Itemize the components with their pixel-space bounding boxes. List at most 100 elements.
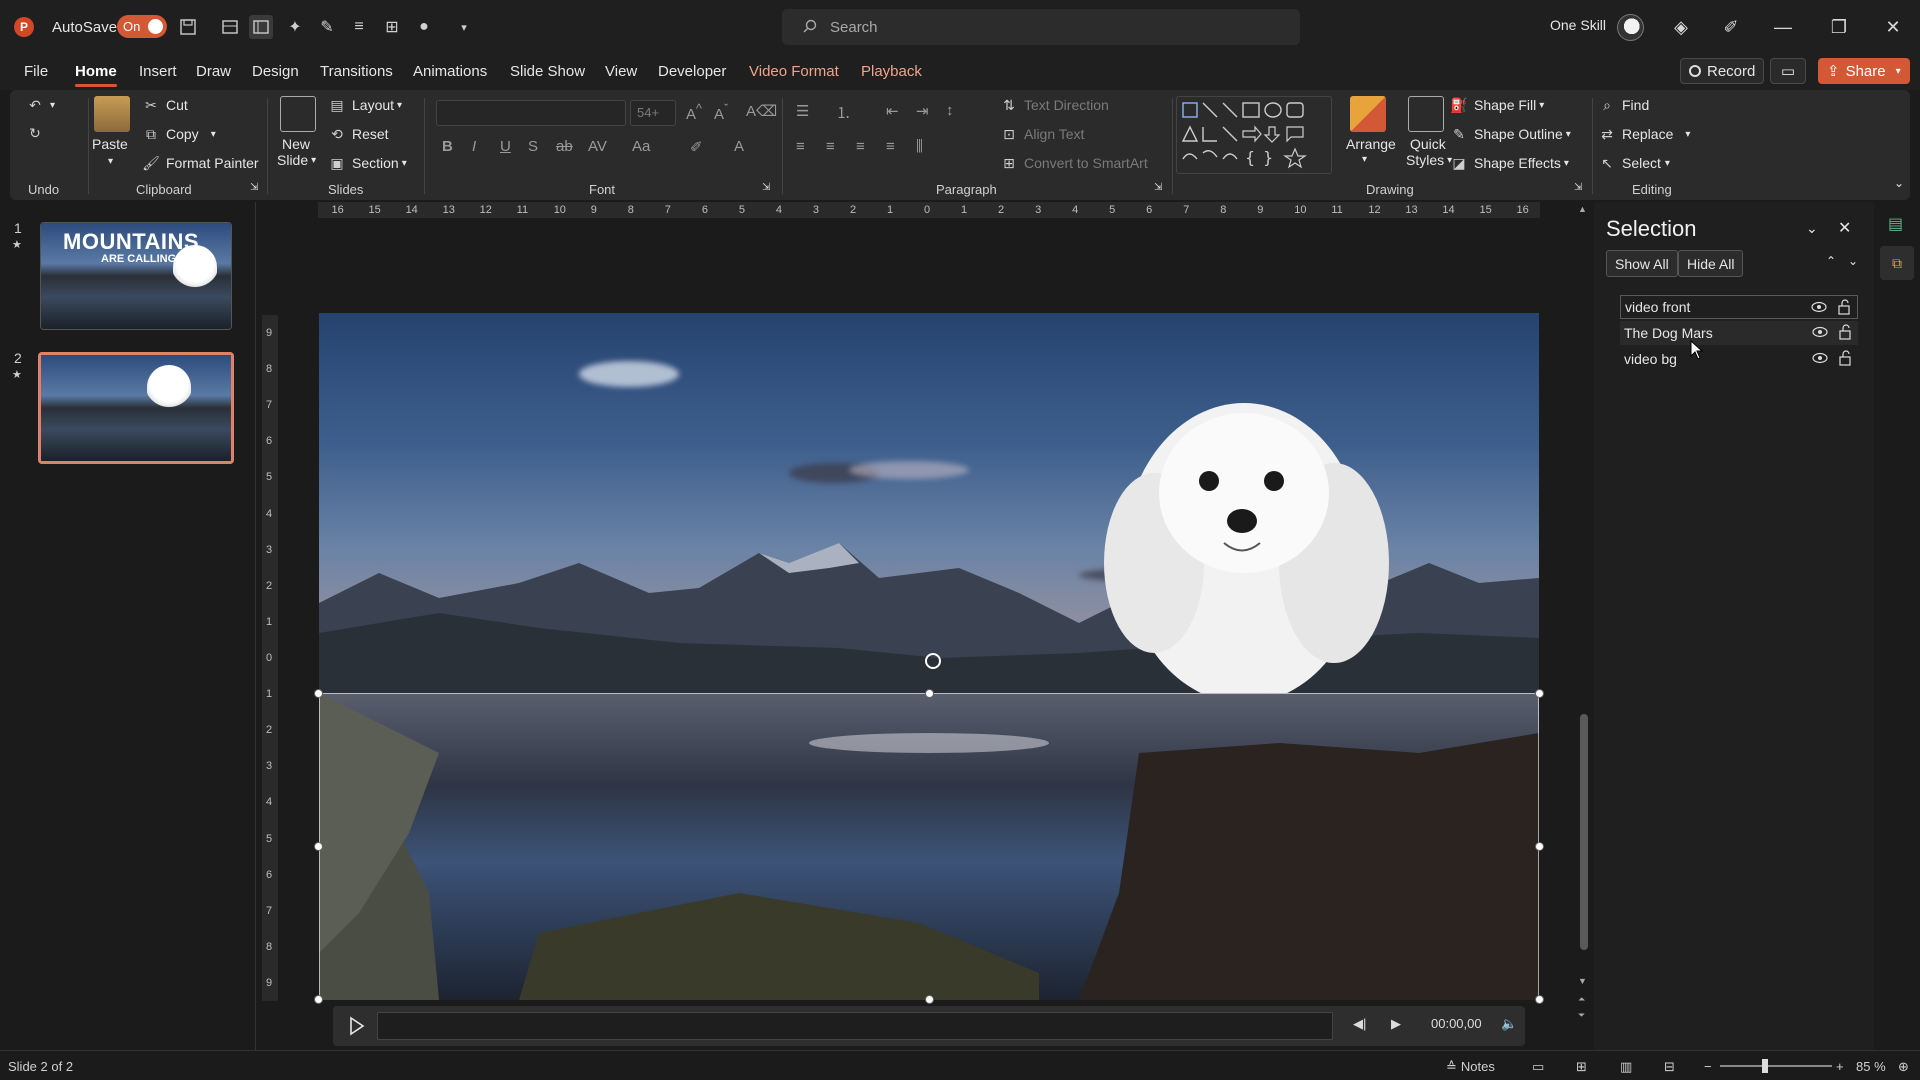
shape-effects-button[interactable]: ◪ Shape Effects ▾ bbox=[1450, 154, 1569, 172]
shape-outline-button[interactable]: ✎ Shape Outline ▾ bbox=[1450, 125, 1571, 143]
align-center-icon[interactable]: ≡ bbox=[826, 138, 835, 155]
eye-icon[interactable] bbox=[1811, 300, 1827, 314]
selection-pane-icon[interactable]: ⧉ bbox=[1880, 246, 1914, 280]
slide[interactable] bbox=[319, 313, 1539, 1000]
tab-transitions[interactable]: Transitions bbox=[320, 63, 393, 80]
align-text-button[interactable]: ⊡ Align Text bbox=[1000, 125, 1084, 143]
diamond-icon[interactable]: ◈ bbox=[1668, 15, 1694, 39]
character-spacing-icon[interactable]: AV bbox=[588, 138, 607, 155]
eye-icon[interactable] bbox=[1812, 351, 1828, 365]
format-painter-button[interactable]: 🖌 Format Painter bbox=[142, 154, 258, 172]
highlight-icon[interactable]: ✐ bbox=[690, 138, 703, 156]
vertical-scrollbar[interactable]: ▲ ▼ ⏶ ⏷ bbox=[1578, 202, 1590, 1050]
show-all-button[interactable]: Show All bbox=[1606, 250, 1678, 277]
resize-handle[interactable] bbox=[314, 689, 323, 698]
pen-icon[interactable]: ✐ bbox=[1718, 15, 1744, 39]
save-icon[interactable] bbox=[176, 15, 200, 39]
send-backward-icon[interactable]: ⌄ bbox=[1848, 254, 1858, 268]
share-button[interactable]: ⇪ Share ▾ bbox=[1818, 58, 1910, 84]
numbering-icon[interactable]: ⒈ bbox=[836, 102, 851, 123]
clipboard-launcher-icon[interactable]: ⇲ bbox=[250, 182, 258, 193]
minimize-icon[interactable]: — bbox=[1770, 15, 1796, 39]
shrink-font-icon[interactable]: Aˇ bbox=[714, 102, 728, 123]
zoom-level[interactable]: 85 % bbox=[1856, 1059, 1886, 1074]
resize-handle[interactable] bbox=[925, 995, 934, 1004]
tab-animations[interactable]: Animations bbox=[413, 63, 487, 80]
selection-item-the-dog-mars[interactable]: The Dog Mars bbox=[1620, 321, 1858, 345]
quick-styles-button[interactable]: Styles ▾ bbox=[1406, 152, 1452, 168]
strikethrough-icon[interactable]: ab bbox=[556, 138, 573, 155]
paste-button[interactable]: Paste bbox=[92, 136, 128, 152]
normal-view-status-icon[interactable]: ▭ bbox=[1532, 1059, 1544, 1075]
grow-font-icon[interactable]: A^ bbox=[686, 102, 702, 123]
tab-developer[interactable]: Developer bbox=[658, 63, 726, 80]
close-icon[interactable]: ✕ bbox=[1880, 15, 1906, 39]
arrange-icon[interactable] bbox=[1350, 96, 1386, 132]
record-button[interactable]: Record bbox=[1680, 58, 1765, 84]
resize-handle[interactable] bbox=[1535, 842, 1544, 851]
comments-button[interactable]: ▭ bbox=[1770, 58, 1806, 84]
text-direction-button[interactable]: ⇅ Text Direction bbox=[1000, 96, 1109, 114]
selection-item-video-bg[interactable]: video bg bbox=[1620, 347, 1858, 371]
line-spacing-icon[interactable]: ↕ bbox=[946, 102, 954, 119]
italic-icon[interactable]: I bbox=[472, 138, 476, 155]
cut-button[interactable]: ✂ Cut bbox=[142, 96, 188, 114]
tab-design[interactable]: Design bbox=[252, 63, 299, 80]
tab-view[interactable]: View bbox=[605, 63, 637, 80]
restore-icon[interactable]: ❐ bbox=[1826, 15, 1852, 39]
align-left-icon[interactable]: ≡ bbox=[796, 138, 805, 155]
increase-indent-icon[interactable]: ⇥ bbox=[916, 102, 929, 120]
resize-handle[interactable] bbox=[925, 689, 934, 698]
volume-icon[interactable]: 🔈 bbox=[1501, 1016, 1517, 1032]
tab-playback[interactable]: Playback bbox=[861, 63, 922, 80]
zoom-out-icon[interactable]: − bbox=[1704, 1059, 1712, 1074]
scroll-down-icon[interactable]: ▼ bbox=[1578, 976, 1587, 986]
tab-home[interactable]: Home bbox=[75, 63, 117, 87]
unlock-icon[interactable] bbox=[1837, 299, 1851, 315]
fit-to-window-icon[interactable]: ⊕ bbox=[1898, 1059, 1909, 1075]
change-case-icon[interactable]: Aa bbox=[632, 138, 650, 155]
resize-handle[interactable] bbox=[1535, 995, 1544, 1004]
align-icon[interactable]: ≡ bbox=[347, 15, 371, 39]
tab-insert[interactable]: Insert bbox=[139, 63, 177, 80]
undo-button[interactable]: ↶ ▾ bbox=[26, 96, 55, 114]
quick-styles-icon[interactable] bbox=[1408, 96, 1444, 132]
notes-button[interactable]: ≙ Notes bbox=[1446, 1059, 1495, 1075]
scrollbar-thumb[interactable] bbox=[1580, 714, 1588, 950]
pointer-icon[interactable]: ✦ bbox=[283, 15, 307, 39]
resize-handle[interactable] bbox=[314, 842, 323, 851]
paste-dropdown-icon[interactable]: ▾ bbox=[108, 156, 113, 167]
zoom-slider-thumb[interactable] bbox=[1762, 1059, 1768, 1073]
zoom-slider[interactable] bbox=[1720, 1065, 1832, 1067]
autosave-toggle[interactable]: On bbox=[117, 15, 167, 38]
reading-view-icon[interactable]: ▥ bbox=[1620, 1059, 1632, 1075]
shadow-icon[interactable]: S bbox=[528, 138, 538, 155]
pen-tool-icon[interactable]: ✎ bbox=[315, 15, 339, 39]
skip-back-icon[interactable]: ◀| bbox=[1353, 1016, 1366, 1032]
tab-file[interactable]: File bbox=[24, 63, 48, 80]
reset-button[interactable]: ⟲ Reset bbox=[328, 125, 388, 143]
new-slide-button[interactable]: Slide ▾ bbox=[277, 152, 316, 168]
arrange-button[interactable]: Arrange bbox=[1346, 136, 1396, 152]
zoom-in-icon[interactable]: + bbox=[1836, 1059, 1844, 1074]
font-size-box[interactable]: 54+ bbox=[630, 100, 676, 126]
previous-slide-icon[interactable]: ⏶ bbox=[1578, 994, 1585, 1005]
align-right-icon[interactable]: ≡ bbox=[856, 138, 865, 155]
slideshow-icon[interactable]: ⊟ bbox=[1664, 1059, 1675, 1075]
unlock-icon[interactable] bbox=[1838, 324, 1852, 340]
new-slide-icon[interactable] bbox=[280, 96, 316, 132]
resize-handle[interactable] bbox=[314, 995, 323, 1004]
redo-button[interactable]: ↻ bbox=[26, 124, 50, 142]
rotate-handle[interactable] bbox=[925, 653, 941, 669]
shapes-gallery[interactable]: { } bbox=[1176, 96, 1332, 174]
drawing-launcher-icon[interactable]: ⇲ bbox=[1574, 182, 1582, 193]
quick-styles-label-1[interactable]: Quick bbox=[1410, 136, 1446, 152]
scroll-up-icon[interactable]: ▲ bbox=[1578, 204, 1587, 214]
close-pane-icon[interactable]: ✕ bbox=[1838, 218, 1851, 238]
designer-icon[interactable]: ▤ bbox=[1888, 214, 1903, 234]
find-button[interactable]: ⌕ Find bbox=[1598, 96, 1649, 114]
font-color-icon[interactable]: A bbox=[734, 138, 744, 155]
clear-formatting-icon[interactable]: A⌫ bbox=[746, 102, 777, 120]
bullets-icon[interactable]: ☰ bbox=[796, 102, 809, 120]
arrange-dropdown-icon[interactable]: ▾ bbox=[1362, 154, 1367, 165]
